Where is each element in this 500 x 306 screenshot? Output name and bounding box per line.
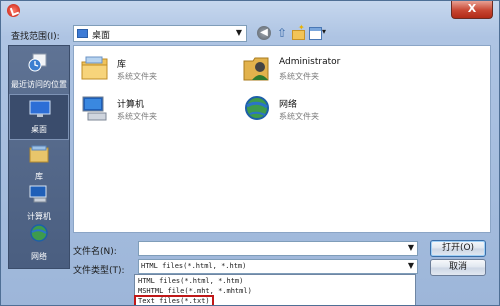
place-recent[interactable]: 最近访问的位置: [9, 48, 69, 94]
lookin-dropdown[interactable]: 桌面 ▼: [73, 25, 247, 42]
file-type: 系统文件夹: [279, 112, 319, 121]
file-type: 系统文件夹: [117, 72, 157, 81]
library-icon: [29, 145, 49, 163]
filetype-option-highlighted[interactable]: Text files(*.txt): [134, 295, 214, 305]
recent-places-icon: [28, 53, 47, 72]
filetype-dropdown-list: HTML files(*.html, *.htm) MSHTML file(*.…: [134, 274, 416, 305]
place-desktop[interactable]: 桌面: [9, 94, 69, 140]
file-type: 系统文件夹: [279, 72, 319, 81]
cancel-button[interactable]: 取消: [430, 259, 486, 276]
new-folder-icon[interactable]: [291, 23, 305, 40]
file-item-library[interactable]: 库 系统文件夹: [80, 54, 250, 90]
computer-icon: [29, 185, 47, 203]
file-item-network[interactable]: 网络 系统文件夹: [242, 94, 412, 130]
desktop-folder-icon: [77, 29, 88, 38]
filetype-label: 文件类型(T):: [73, 266, 125, 276]
place-label: 桌面: [31, 125, 47, 134]
lookin-value: 桌面: [92, 31, 111, 41]
file-type: 系统文件夹: [117, 112, 157, 121]
filename-label: 文件名(N):: [73, 247, 117, 257]
filetype-select[interactable]: HTML files(*.html, *.htm) ▼: [138, 259, 418, 274]
computer-icon: [82, 96, 107, 121]
place-label: 最近访问的位置: [11, 80, 67, 89]
user-folder-icon: [243, 57, 269, 81]
places-bar: 最近访问的位置 桌面 库 计算机 网络: [8, 45, 70, 269]
lookin-label: 查找范围(I):: [11, 32, 60, 42]
network-globe-icon: [245, 96, 269, 120]
file-name: 库: [117, 60, 127, 70]
title-bar[interactable]: X: [1, 1, 499, 21]
filename-input[interactable]: ▼: [138, 241, 418, 256]
up-folder-icon[interactable]: ⇧: [275, 26, 289, 40]
network-globe-icon: [30, 224, 48, 242]
place-network[interactable]: 网络: [9, 220, 69, 266]
desktop-icon: [29, 100, 51, 117]
back-icon[interactable]: ◀: [257, 26, 271, 40]
file-name: Administrator: [279, 57, 341, 67]
chevron-down-icon: ▼: [235, 28, 242, 37]
file-item-administrator[interactable]: Administrator 系统文件夹: [242, 54, 412, 90]
view-menu-icon[interactable]: [309, 26, 329, 40]
app-logo-icon: [7, 4, 20, 17]
open-button[interactable]: 打开(O): [430, 240, 486, 257]
chevron-down-icon[interactable]: ▼: [408, 243, 414, 252]
file-list-area[interactable]: 库 系统文件夹 Administrator 系统文件夹 计算机 系统文件夹 网络…: [73, 45, 491, 233]
file-name: 计算机: [117, 100, 145, 110]
filetype-value: HTML files(*.html, *.htm): [141, 262, 247, 270]
file-name: 网络: [279, 100, 298, 110]
library-folder-icon: [81, 56, 108, 80]
filetype-option[interactable]: HTML files(*.html, *.htm): [135, 276, 415, 286]
place-label: 网络: [31, 252, 47, 261]
filetype-option[interactable]: MSHTML file(*.mht, *.mhtml): [135, 286, 415, 296]
file-dialog: X 查找范围(I): 桌面 ▼ ◀ ⇧ 最近访问的位置 桌面: [0, 0, 500, 306]
chevron-down-icon[interactable]: ▼: [408, 261, 414, 270]
close-button[interactable]: X: [451, 1, 493, 19]
file-item-computer[interactable]: 计算机 系统文件夹: [80, 94, 250, 130]
